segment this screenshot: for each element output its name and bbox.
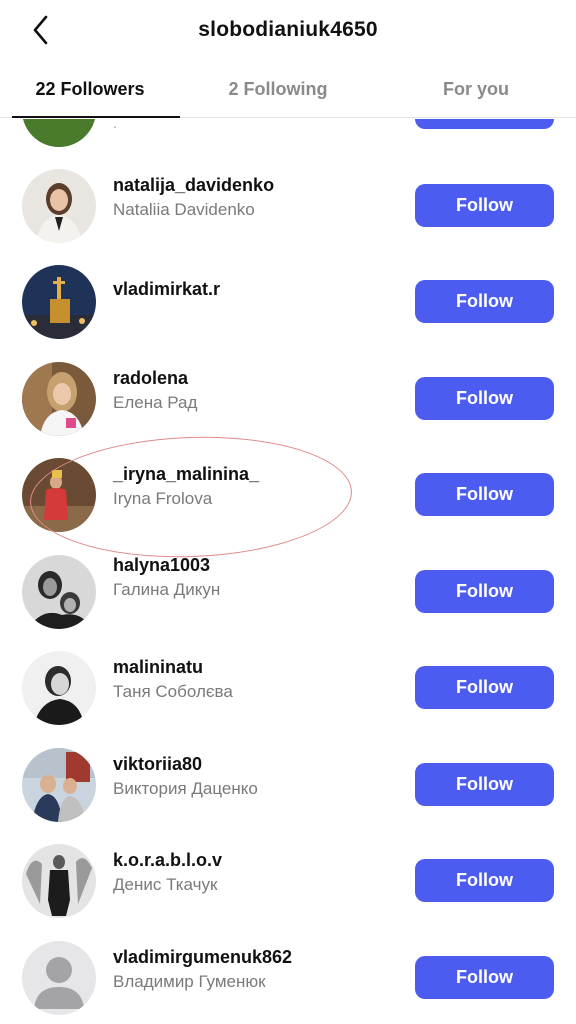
list-item[interactable]: _iryna_malinina_ Iryna Frolova Follow	[0, 448, 576, 544]
avatar[interactable]	[22, 362, 96, 436]
username-label[interactable]: vladimirgumenuk862	[113, 945, 292, 969]
full-name-label: Денис Ткачук	[113, 875, 218, 894]
list-item[interactable]: vladimirgumenuk862 Владимир Гуменюк Foll…	[0, 931, 576, 1024]
full-name-label: Таня Соболєва	[113, 682, 233, 701]
username-label[interactable]: malininatu	[113, 655, 233, 679]
avatar[interactable]	[22, 458, 96, 532]
list-item[interactable]: natalija_davidenko Nataliia Davidenko Fo…	[0, 159, 576, 255]
avatar[interactable]	[22, 651, 96, 725]
full-name-label: Nataliia Davidenko	[113, 200, 255, 219]
username-label[interactable]: viktoriia80	[113, 752, 258, 776]
avatar[interactable]	[22, 748, 96, 822]
full-name-label: Елена Рад	[113, 393, 198, 412]
list-item[interactable]: halyna1003 Галина Дикун Follow	[0, 545, 576, 641]
tab-for-you[interactable]: For you	[376, 68, 576, 117]
username-label[interactable]: halyna1003	[113, 553, 220, 577]
default-avatar-icon[interactable]	[22, 941, 96, 1015]
avatar[interactable]	[22, 844, 96, 918]
list-item[interactable]: radolena Елена Рад Follow	[0, 352, 576, 448]
list-item[interactable]: malininatu Таня Соболєва Follow	[0, 641, 576, 737]
follow-button[interactable]: Follow	[415, 763, 554, 806]
username-label: .	[113, 119, 117, 131]
list-item[interactable]: viktoriia80 Виктория Даценко Follow	[0, 738, 576, 834]
list-item[interactable]: k.o.r.a.b.l.o.v Денис Ткачук Follow	[0, 834, 576, 930]
username-label[interactable]: k.o.r.a.b.l.o.v	[113, 848, 222, 872]
page-title: slobodianiuk4650	[198, 18, 378, 41]
username-label[interactable]: natalija_davidenko	[113, 173, 274, 197]
full-name-label: Владимир Гуменюк	[113, 972, 266, 991]
follow-button[interactable]: Follow	[415, 473, 554, 516]
username-label[interactable]: _iryna_malinina_	[113, 462, 259, 486]
avatar[interactable]	[22, 169, 96, 243]
tab-following[interactable]: 2 Following	[180, 68, 376, 117]
tab-bar: 22 Followers 2 Following For you	[0, 68, 576, 118]
top-bar: slobodianiuk4650	[0, 0, 576, 62]
follow-button[interactable]: Follow	[415, 570, 554, 613]
avatar[interactable]	[22, 119, 96, 147]
list-item[interactable]: vladimirkat.r Follow	[0, 255, 576, 351]
follow-button[interactable]: Follow	[415, 859, 554, 902]
full-name-label: Виктория Даценко	[113, 779, 258, 798]
username-label[interactable]: radolena	[113, 366, 197, 390]
followers-list[interactable]: . natalija_davidenko Nataliia Davidenko …	[0, 119, 576, 1024]
username-label[interactable]: vladimirkat.r	[113, 277, 220, 301]
follow-button[interactable]: Follow	[415, 956, 554, 999]
follow-button[interactable]: Follow	[415, 280, 554, 323]
full-name-label: Iryna Frolova	[113, 489, 213, 508]
follow-button[interactable]: Follow	[415, 184, 554, 227]
follow-button[interactable]	[415, 119, 554, 129]
follow-button[interactable]: Follow	[415, 666, 554, 709]
follow-button[interactable]: Follow	[415, 377, 554, 420]
full-name-label: Галина Дикун	[113, 580, 221, 599]
avatar[interactable]	[22, 265, 96, 339]
tab-followers[interactable]: 22 Followers	[0, 68, 180, 118]
avatar[interactable]	[22, 555, 96, 629]
